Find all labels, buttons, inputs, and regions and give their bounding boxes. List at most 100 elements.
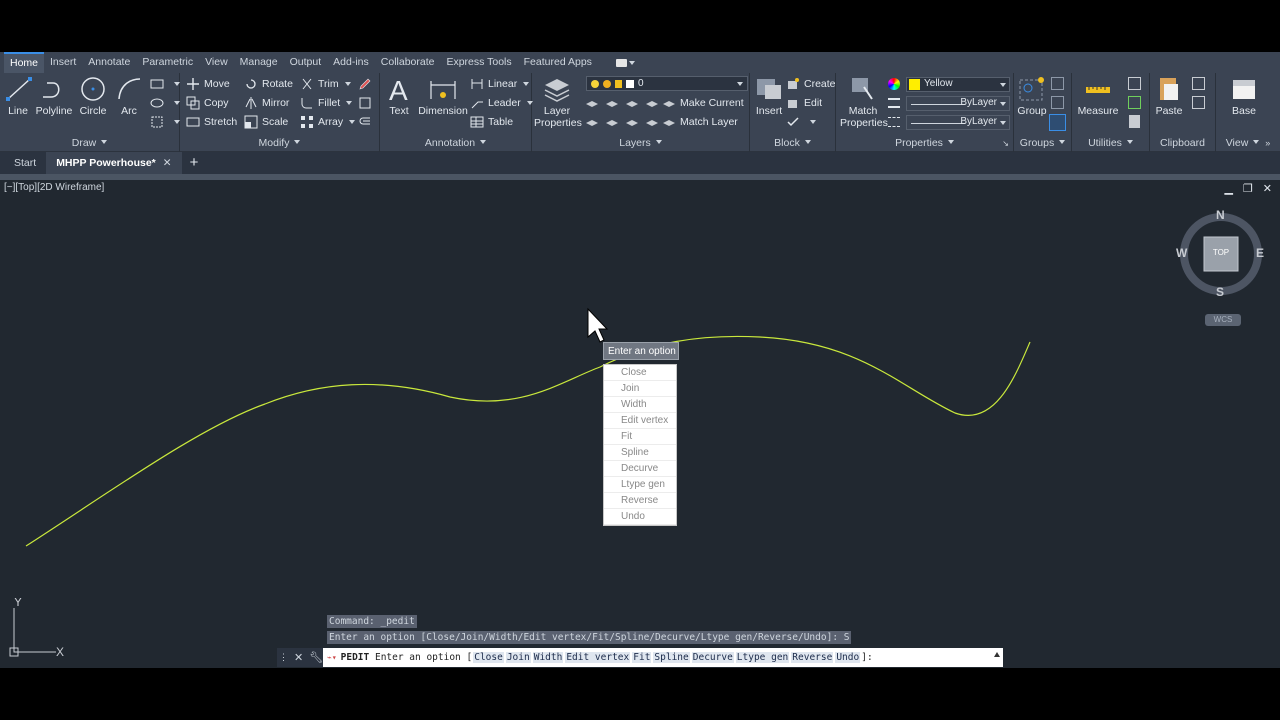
move-button[interactable]: Move [186,75,230,93]
rectangle-button[interactable] [150,75,180,93]
cmd-option-fit[interactable]: Fit [632,652,652,663]
layers-panel-title[interactable]: Layers [532,135,749,152]
option-fit[interactable]: Fit [604,429,676,445]
boundary-button[interactable] [150,113,180,131]
drawing-tab[interactable]: MHPP Powerhouse* ✕ [46,152,182,174]
array-button[interactable]: Array [300,113,356,131]
wcs-menu[interactable]: WCS [1205,314,1241,326]
groups-panel-title[interactable]: Groups [1014,135,1071,152]
paste-button[interactable]: Paste [1152,75,1186,117]
option-undo[interactable]: Undo [604,509,676,525]
cmd-option-reverse[interactable]: Reverse [791,652,834,663]
id-point-icon[interactable] [1128,77,1141,90]
restore-icon[interactable]: ❐ [1243,182,1253,195]
tab-insert[interactable]: Insert [44,52,82,73]
group-button[interactable]: Group [1016,75,1048,117]
annotation-panel-title[interactable]: Annotation [380,135,531,152]
tab-home[interactable]: Home [4,52,45,73]
layer-dropdown[interactable]: 0 [586,76,748,91]
make-current-button[interactable]: Make Current [662,94,744,112]
create-block-button[interactable]: Create [786,75,836,93]
cmd-option-spline[interactable]: Spline [653,652,690,663]
layer-properties-button[interactable]: Layer Properties [534,75,582,129]
cmd-option-decurve[interactable]: Decurve [691,652,734,663]
lineweight-control[interactable]: ByLayer [888,94,1010,112]
compass-east[interactable]: E [1256,246,1264,260]
cmd-option-undo[interactable]: Undo [835,652,861,663]
insert-block-button[interactable]: Insert [752,75,786,117]
chevron-up-icon[interactable] [994,652,1000,657]
option-spline[interactable]: Spline [604,445,676,461]
copy-button[interactable]: Copy [186,94,229,112]
explode-button[interactable] [358,94,376,112]
linetype-control[interactable]: ByLayer [888,113,1010,131]
minimize-icon[interactable]: ▁ [1224,182,1232,195]
match-layer-button[interactable]: Match Layer [662,113,738,131]
command-input[interactable]: ⌁▾ PEDIT Enter an option [Close Join Width… [323,648,1003,667]
close-icon[interactable]: ✕ [294,651,303,664]
utilities-panel-title[interactable]: Utilities [1072,135,1149,152]
erase-button[interactable] [358,75,376,93]
stretch-button[interactable]: Stretch [186,113,237,131]
tab-output[interactable]: Output [284,52,328,73]
tab-featured-apps[interactable]: Featured Apps [518,52,598,73]
properties-panel-title[interactable]: Properties ↘ [836,135,1013,152]
match-properties-button[interactable]: Match Properties [840,75,888,129]
cmd-option-width[interactable]: Width [532,652,564,663]
rotate-button[interactable]: Rotate [244,75,293,93]
viewcube[interactable]: N S W E TOP [1174,204,1270,309]
mirror-button[interactable]: Mirror [244,94,289,112]
viewcube-top-face[interactable]: TOP [1209,248,1233,257]
color-dropdown[interactable]: Yellow [906,76,1010,92]
quick-select-icon[interactable] [1128,96,1141,109]
cmd-option-join[interactable]: Join [505,652,531,663]
tab-express-tools[interactable]: Express Tools [440,52,517,73]
close-icon[interactable]: ✕ [163,157,172,169]
clipboard-panel-title[interactable]: Clipboard [1150,135,1215,152]
copy-clip-icon[interactable] [1192,96,1205,109]
table-button[interactable]: Table [470,113,513,131]
compass-north[interactable]: N [1216,208,1225,222]
start-tab[interactable]: Start [0,152,46,174]
linetype-dropdown[interactable]: ByLayer [906,114,1010,130]
arc-button[interactable]: Arc [114,75,144,117]
lineweight-dropdown[interactable]: ByLayer [906,95,1010,111]
group-selection-icon[interactable] [1049,114,1066,131]
modify-panel-title[interactable]: Modify [180,135,379,152]
trim-button[interactable]: Trim [300,75,351,93]
expand-icon[interactable]: » [1265,138,1270,148]
compass-south[interactable]: S [1216,285,1224,299]
cmd-option-edit-vertex[interactable]: Edit vertex [565,652,631,663]
group-edit-icon[interactable] [1051,96,1064,109]
tab-collaborate[interactable]: Collaborate [375,52,441,73]
measure-button[interactable]: Measure [1074,75,1122,117]
option-join[interactable]: Join [604,381,676,397]
text-button[interactable]: A Text [384,75,414,117]
hatch-button[interactable] [150,94,180,112]
color-control[interactable]: Yellow [888,75,1010,93]
fillet-button[interactable]: Fillet [300,94,353,112]
cmd-option-close[interactable]: Close [473,652,504,663]
option-edit-vertex[interactable]: Edit vertex [604,413,676,429]
circle-button[interactable]: Circle [78,75,108,117]
edit-block-button[interactable]: Edit [786,94,822,112]
compass-west[interactable]: W [1176,246,1187,260]
scale-button[interactable]: Scale [244,113,288,131]
line-button[interactable]: Line [4,75,32,117]
offset-button[interactable] [358,113,376,131]
ungroup-icon[interactable] [1051,77,1064,90]
option-reverse[interactable]: Reverse [604,493,676,509]
option-ltype-gen[interactable]: Ltype gen [604,477,676,493]
polyline-button[interactable]: Polyline [34,75,74,117]
tab-annotate[interactable]: Annotate [82,52,136,73]
cut-icon[interactable] [1192,77,1205,90]
viewport-controls[interactable]: [−][Top][2D Wireframe] [4,182,104,193]
linear-button[interactable]: Linear [470,75,530,93]
new-tab-button[interactable]: + [182,152,207,174]
tab-parametric[interactable]: Parametric [136,52,199,73]
command-recent-icon[interactable]: ⌁▾ [327,653,337,662]
leader-button[interactable]: Leader [470,94,533,112]
cmd-option-ltype-gen[interactable]: Ltype gen [735,652,790,663]
option-width[interactable]: Width [604,397,676,413]
calculator-icon[interactable] [1129,115,1140,128]
